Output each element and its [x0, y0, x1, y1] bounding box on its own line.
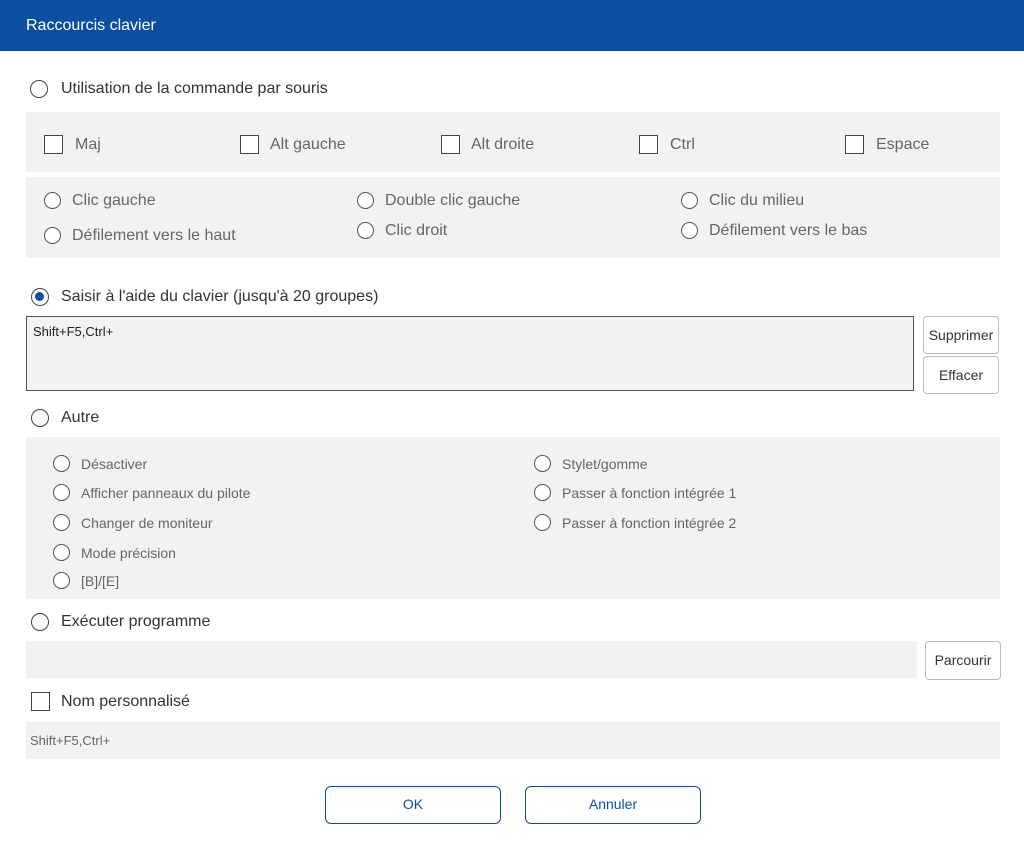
action-scroll-down-label: Défilement vers le bas — [709, 222, 868, 239]
cancel-button[interactable]: Annuler — [525, 786, 701, 824]
mouse-command-radio[interactable] — [30, 80, 48, 98]
other-label: Autre — [61, 409, 100, 426]
dialog-title: Raccourcis clavier — [0, 0, 1024, 51]
custom-name-checkbox[interactable] — [31, 692, 50, 711]
modifier-ctrl-label: Ctrl — [670, 136, 695, 153]
other-change-monitor-radio[interactable] — [53, 514, 70, 531]
custom-name-label: Nom personnalisé — [61, 693, 190, 710]
browse-button[interactable]: Parcourir — [925, 641, 1001, 680]
modifier-maj-checkbox[interactable] — [44, 135, 63, 154]
other-builtin-function-2-label: Passer à fonction intégrée 2 — [562, 515, 737, 531]
modifier-alt-right-checkbox[interactable] — [441, 135, 460, 154]
ok-button[interactable]: OK — [325, 786, 501, 824]
other-change-monitor-label: Changer de moniteur — [81, 515, 213, 531]
other-disable-radio[interactable] — [53, 455, 70, 472]
keyboard-input-label: Saisir à l'aide du clavier (jusqu'à 20 g… — [61, 288, 379, 305]
action-left-click-label: Clic gauche — [72, 192, 156, 209]
action-right-click-label: Clic droit — [385, 222, 448, 239]
action-left-click-radio[interactable] — [44, 192, 61, 209]
other-pen-eraser-toggle-radio[interactable] — [53, 572, 70, 589]
clear-button[interactable]: Effacer — [923, 356, 999, 394]
modifier-space-label: Espace — [876, 136, 930, 153]
action-middle-click-label: Clic du milieu — [709, 192, 805, 209]
other-stylus-eraser-label: Stylet/gomme — [562, 456, 648, 472]
action-middle-click-radio[interactable] — [681, 192, 698, 209]
other-driver-panels-radio[interactable] — [53, 484, 70, 501]
run-program-label: Exécuter programme — [61, 613, 211, 630]
other-pen-eraser-toggle-label: [B]/[E] — [81, 573, 120, 589]
other-disable-label: Désactiver — [81, 456, 148, 472]
other-radio[interactable] — [31, 409, 49, 427]
keyboard-shortcut-field[interactable]: Shift+F5,Ctrl+ — [26, 316, 914, 391]
keyboard-input-radio[interactable] — [31, 288, 49, 306]
modifier-maj-label: Maj — [75, 136, 101, 153]
other-driver-panels-label: Afficher panneaux du pilote — [81, 485, 251, 501]
action-double-left-click-label: Double clic gauche — [385, 192, 521, 209]
other-precision-mode-radio[interactable] — [53, 544, 70, 561]
run-program-radio[interactable] — [31, 613, 49, 631]
modifier-ctrl-checkbox[interactable] — [639, 135, 658, 154]
other-precision-mode-label: Mode précision — [81, 545, 176, 561]
other-builtin-function-1-label: Passer à fonction intégrée 1 — [562, 485, 737, 501]
other-builtin-function-2-radio[interactable] — [534, 514, 551, 531]
action-scroll-down-radio[interactable] — [681, 222, 698, 239]
mouse-actions-panel — [26, 177, 1000, 258]
action-scroll-up-label: Défilement vers le haut — [72, 227, 236, 244]
other-builtin-function-1-radio[interactable] — [534, 484, 551, 501]
modifier-alt-left-checkbox[interactable] — [240, 135, 259, 154]
action-scroll-up-radio[interactable] — [44, 227, 61, 244]
action-right-click-radio[interactable] — [357, 222, 374, 239]
action-double-left-click-radio[interactable] — [357, 192, 374, 209]
delete-button[interactable]: Supprimer — [923, 316, 999, 354]
modifier-alt-left-label: Alt gauche — [270, 136, 346, 153]
modifier-alt-right-label: Alt droite — [471, 136, 535, 153]
other-stylus-eraser-radio[interactable] — [534, 455, 551, 472]
program-path-field[interactable] — [26, 641, 917, 678]
modifier-space-checkbox[interactable] — [845, 135, 864, 154]
custom-name-field[interactable]: Shift+F5,Ctrl+ — [26, 722, 1000, 759]
mouse-command-label: Utilisation de la commande par souris — [61, 80, 328, 97]
